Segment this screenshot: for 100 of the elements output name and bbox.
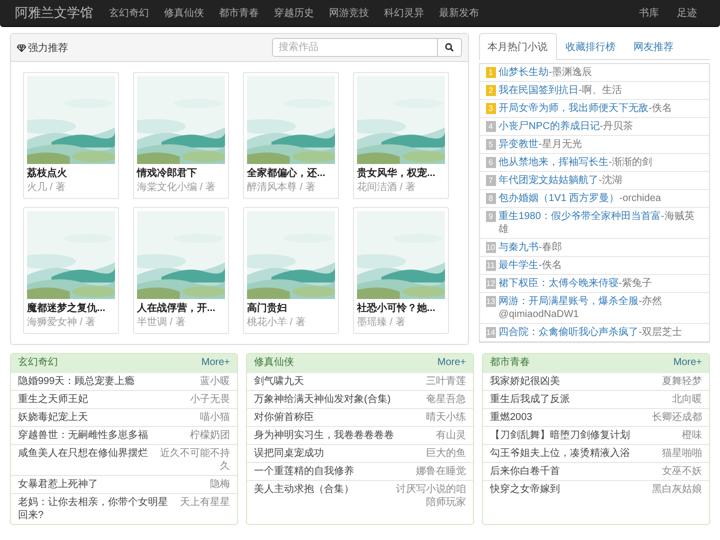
novel-title[interactable]: 咸鱼美人在只想在修仙界摆烂: [18, 447, 148, 460]
novel-title[interactable]: 误把同桌宠成功: [254, 447, 324, 460]
nav-link[interactable]: 穿越历史: [274, 6, 314, 20]
rank-badge: 1: [486, 67, 496, 78]
rank-badge: 13: [486, 296, 496, 307]
novel-author: 蓝小暖: [200, 375, 230, 388]
novel-title[interactable]: 重生后我成了反派: [490, 393, 570, 406]
novel-title[interactable]: 隐婚999天：顾总宠妻上瘾: [18, 375, 135, 388]
rank-badge: 14: [486, 327, 496, 338]
novel-title[interactable]: 重生之天师王妃: [18, 393, 88, 406]
book-card[interactable]: 荔枝点火 火几 / 著: [23, 72, 119, 199]
novel-title[interactable]: 对你俯首称臣: [254, 411, 314, 424]
novel-author: 长卿还成都: [652, 411, 702, 424]
panel-title: 强力推荐: [17, 40, 68, 54]
rank-badge: 5: [486, 139, 496, 150]
novel-title[interactable]: 重燃2003: [490, 411, 532, 424]
search-field[interactable]: 搜索作品: [272, 38, 438, 57]
ranking-entry[interactable]: 我在民国签到抗日-啊、生活: [498, 84, 622, 97]
novel-title[interactable]: 我家娇妃很凶美: [490, 375, 560, 388]
book-title[interactable]: 人在战俘营，开...: [137, 302, 225, 316]
novel-title[interactable]: 勾王爷姐夫上位，凑烫精液入浴: [490, 447, 630, 460]
ranking-entry[interactable]: 重生1980：假少爷带全家种田当首富-海贼英雄: [498, 210, 703, 236]
nav-link[interactable]: 最新发布: [439, 6, 479, 20]
rank-badge: 9: [486, 211, 496, 222]
rank-badge: 6: [486, 157, 496, 168]
ranking-entry[interactable]: 仙梦长生劫-墨渊逸辰: [498, 66, 592, 79]
more-link[interactable]: More+: [201, 357, 230, 369]
novel-author: 晴天小练: [426, 411, 466, 424]
rank-badge: 12: [486, 278, 496, 289]
novel-author: 天上有星星: [180, 496, 230, 509]
book-title[interactable]: 全家都偏心，还...: [247, 167, 335, 181]
novel-author: 黑白灰姑娘: [652, 483, 702, 496]
rank-badge: 3: [486, 103, 496, 114]
novel-title[interactable]: 女暴君惹上死神了: [18, 478, 98, 491]
book-card[interactable]: 魔都迷梦之复仇... 海狮爱女神 / 著: [23, 207, 119, 334]
novel-author: 近久不可能不持久: [160, 447, 230, 473]
book-card[interactable]: 人在战俘营，开... 半世调 / 著: [133, 207, 229, 334]
tab[interactable]: 本月热门小说: [478, 33, 557, 60]
novel-title[interactable]: 妖娆毒妃宠上天: [18, 411, 88, 424]
novel-author: 橙味: [682, 429, 702, 442]
novel-author: 巨大的鱼: [426, 447, 466, 460]
ranking-entry[interactable]: 他从禁地来，挥袖写长生-渐渐的剑: [498, 156, 652, 169]
book-title[interactable]: 高门贵妇: [247, 302, 335, 316]
novel-author: 奄星吾急: [426, 393, 466, 406]
tab[interactable]: 收藏排行榜: [556, 33, 625, 60]
book-title[interactable]: 社恐小可怜？她...: [357, 302, 445, 316]
search-button[interactable]: [438, 38, 462, 57]
rank-badge: 4: [486, 121, 496, 132]
novel-title[interactable]: 美人主动求抱（合集）: [254, 483, 354, 496]
ranking-entry[interactable]: 四合院：众禽偷听我心声杀疯了-双层芝士: [498, 326, 682, 339]
novel-author: 有山灵: [436, 429, 466, 442]
ranking-entry[interactable]: 裙下权臣：太傅今晚来侍寝-紫兔子: [498, 277, 652, 290]
novel-author: 三叶青莲: [426, 375, 466, 388]
novel-title[interactable]: 快穿之女帝嫁到: [490, 483, 560, 496]
panel-title: 玄幻奇幻: [18, 357, 58, 369]
ranking-entry[interactable]: 网游：开局满星账号，爆杀全服-亦然@qimiaodNaDW1: [498, 295, 703, 321]
tab[interactable]: 网友推荐: [624, 33, 683, 60]
book-card[interactable]: 社恐小可怜？她... 墨瑶臻 / 著: [353, 207, 449, 334]
ranking-entry[interactable]: 年代团宠文姑姑躺航了-沈湖: [498, 174, 622, 187]
novel-author: 猫星啪啪: [662, 447, 702, 460]
ranking-entry[interactable]: 开局女帝为师，我出师便天下无敌-佚名: [498, 102, 672, 115]
novel-author: 北向暖: [672, 393, 702, 406]
novel-title[interactable]: 穿越兽世：无嗣雌性多崽多福: [18, 429, 148, 442]
more-link[interactable]: More+: [673, 357, 702, 369]
more-link[interactable]: More+: [437, 357, 466, 369]
nav-link[interactable]: 足迹: [677, 6, 697, 20]
novel-title[interactable]: 剑气啸九天: [254, 375, 304, 388]
book-author: 墨瑶臻 / 著: [357, 316, 406, 329]
diamond-icon: [17, 44, 26, 52]
novel-author: 小子无畏: [190, 393, 230, 406]
ranking-entry[interactable]: 包办婚姻（1V1 西方罗曼）-orchidea: [498, 192, 661, 205]
ranking-entry[interactable]: 异变教世-星月无光: [498, 138, 582, 151]
novel-title[interactable]: 身为神明实习生，我卷卷卷卷卷: [254, 429, 394, 442]
book-title[interactable]: 荔枝点火: [27, 167, 115, 181]
nav-link[interactable]: 科幻灵异: [384, 6, 424, 20]
book-title[interactable]: 贵女风华，权宠...: [357, 167, 445, 181]
nav-link[interactable]: 都市青春: [219, 6, 259, 20]
nav-link[interactable]: 网游竞技: [329, 6, 369, 20]
nav-link[interactable]: 玄幻奇幻: [109, 6, 149, 20]
novel-title[interactable]: 一个重莲精的自我修养: [254, 465, 354, 478]
book-author: 花间洁酒 / 著: [357, 181, 416, 194]
book-card[interactable]: 全家都偏心，还... 醉清风本尊 / 著: [243, 72, 339, 199]
novel-title[interactable]: 后来你白卷千首: [490, 465, 560, 478]
ranking-entry[interactable]: 与秦九书-春郎: [498, 241, 562, 254]
book-card[interactable]: 高门贵妇 桃花小羊 / 著: [243, 207, 339, 334]
nav-link[interactable]: 修真仙侠: [164, 6, 204, 20]
book-card[interactable]: 情戏冷郎君下 海棠文化小编 / 著: [133, 72, 229, 199]
book-title[interactable]: 情戏冷郎君下: [137, 167, 225, 181]
ranking-entry[interactable]: 小丧尸NPC的养成日记-丹贝茶: [498, 120, 634, 133]
book-title[interactable]: 魔都迷梦之复仇...: [27, 302, 115, 316]
novel-title[interactable]: 老妈：让你去相亲，你带个女明星回来?: [18, 496, 176, 522]
book-author: 半世调 / 著: [137, 316, 186, 329]
novel-author: 隐梅: [210, 478, 230, 491]
nav-link[interactable]: 书库: [639, 6, 659, 20]
novel-title[interactable]: 万象神给满天神仙发对象(合集): [254, 393, 391, 406]
book-card[interactable]: 贵女风华，权宠... 花间洁酒 / 著: [353, 72, 449, 199]
novel-author: 女巫不妖: [662, 465, 702, 478]
site-logo[interactable]: 阿雅兰文学馆: [15, 4, 93, 22]
novel-title[interactable]: 【刀剑乱舞】暗堕刀剑修复计划: [490, 429, 630, 442]
ranking-entry[interactable]: 最牛学生-佚名: [498, 259, 562, 272]
